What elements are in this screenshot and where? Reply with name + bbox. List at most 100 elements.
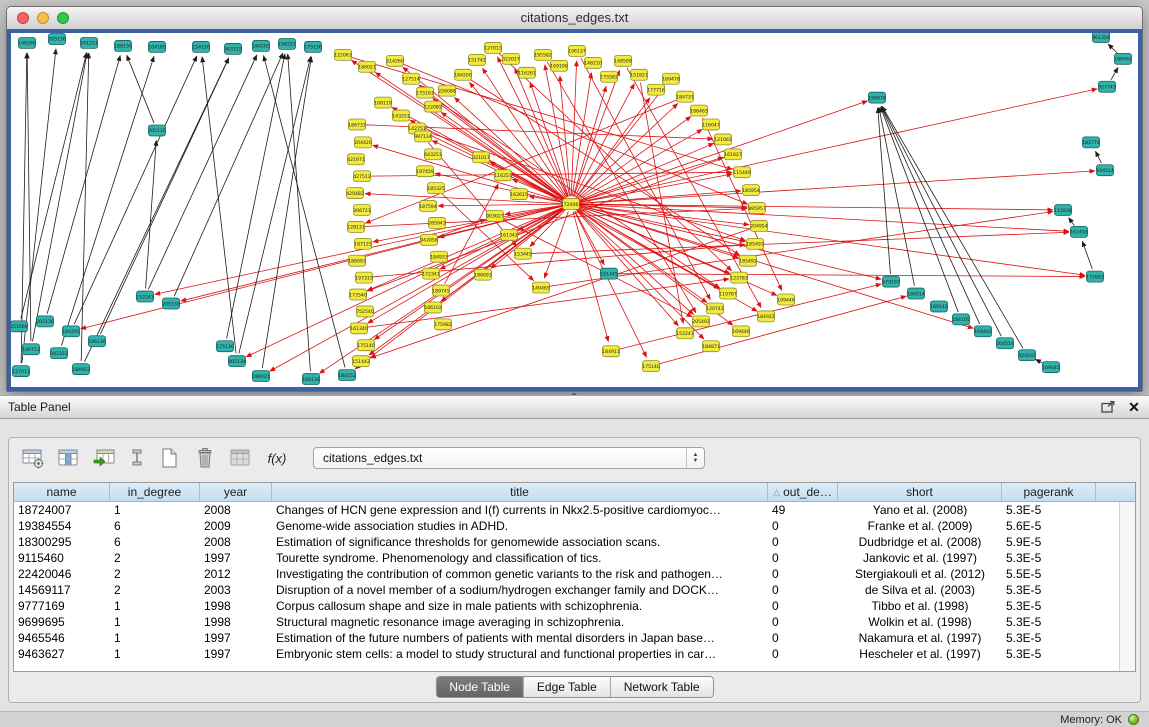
graph-node[interactable]: 205130 — [148, 125, 166, 136]
graph-edge[interactable] — [619, 284, 882, 349]
graph-edge[interactable] — [202, 57, 236, 353]
tab-edge-table[interactable]: Edge Table — [524, 677, 611, 697]
graph-node[interactable]: 205136 — [36, 316, 54, 327]
graph-node[interactable]: 116047 — [702, 119, 720, 130]
graph-node[interactable]: 172603 — [1086, 271, 1104, 282]
table-row[interactable]: 946554611997Estimation of the future num… — [14, 630, 1120, 646]
graph-node[interactable]: 127514 — [402, 73, 420, 84]
graph-node[interactable]: 186093 — [348, 255, 366, 266]
graph-node[interactable]: 186136 — [88, 336, 106, 347]
graph-edge[interactable] — [402, 64, 747, 204]
graph-node[interactable]: 184205 — [252, 40, 270, 51]
graph-edge[interactable] — [571, 61, 576, 196]
graph-node[interactable]: 214260 — [386, 55, 404, 66]
graph-edge[interactable] — [270, 208, 564, 371]
table-row[interactable]: 1872400712008Changes of HCN gene express… — [14, 502, 1120, 518]
column-header-out_de[interactable]: △out_de… — [768, 483, 838, 502]
graph-node[interactable]: 679197 — [882, 276, 900, 287]
graph-edge[interactable] — [32, 53, 87, 342]
graph-node[interactable]: 154126 — [192, 41, 210, 52]
graph-node[interactable]: 185493 — [746, 238, 764, 249]
graph-node[interactable]: 941251 — [50, 348, 68, 359]
graph-node[interactable]: 148210 — [584, 57, 602, 68]
graph-node[interactable]: 204420 — [354, 137, 372, 148]
table-row[interactable]: 946362711997Embryonic stem cells: a mode… — [14, 646, 1120, 662]
graph-node[interactable]: 197459 — [416, 166, 434, 177]
graph-edge[interactable] — [227, 54, 285, 339]
graph-node[interactable]: 110787 — [719, 288, 737, 299]
graph-node[interactable]: 148509 — [614, 55, 632, 66]
float-panel-icon[interactable] — [1101, 401, 1115, 413]
graph-node[interactable]: 963152 — [224, 43, 242, 54]
graph-edge[interactable] — [74, 56, 197, 324]
graph-edge[interactable] — [579, 89, 1097, 202]
delete-table-icon[interactable] — [191, 445, 219, 471]
graph-node[interactable]: 195582 — [534, 49, 552, 60]
graph-node[interactable]: 191445 — [600, 268, 618, 279]
table-row[interactable]: 911546021997Tourette syndrome. Phenomeno… — [14, 550, 1120, 566]
graph-node[interactable]: 169446 — [732, 326, 750, 337]
graph-node[interactable]: 169445 — [1042, 362, 1060, 373]
table-row[interactable]: 1456911722003Disruption of a novel membe… — [14, 582, 1120, 598]
graph-node[interactable]: 175163 — [416, 87, 434, 98]
graph-edge[interactable] — [438, 204, 563, 206]
graph-node-hub[interactable]: 1724061 — [561, 199, 582, 210]
graph-node[interactable]: 905134 — [228, 356, 246, 367]
graph-edge[interactable] — [576, 98, 650, 198]
graph-node[interactable]: 123783 — [730, 272, 748, 283]
graph-node[interactable]: 184933 — [430, 251, 448, 262]
graph-node[interactable]: 188136 — [114, 40, 132, 51]
graph-edge[interactable] — [441, 112, 564, 199]
graph-node[interactable]: 322017 — [502, 53, 520, 64]
graph-edge[interactable] — [21, 53, 27, 363]
graph-node[interactable]: 186465 — [690, 105, 708, 116]
graph-edge[interactable] — [577, 209, 694, 314]
graph-edge[interactable] — [1082, 241, 1092, 269]
table-settings-icon[interactable] — [19, 445, 47, 471]
column-header-short[interactable]: short — [838, 483, 1002, 502]
graph-node[interactable]: 127013 — [12, 366, 30, 377]
graph-node[interactable]: 184205 — [62, 326, 80, 337]
graph-edge[interactable] — [1108, 44, 1117, 53]
column-header-title[interactable]: title — [272, 483, 768, 502]
graph-node[interactable]: 184922 — [757, 311, 775, 322]
graph-edge[interactable] — [81, 53, 89, 361]
graph-node[interactable]: 184871 — [702, 341, 720, 352]
graph-node[interactable]: 109446 — [777, 294, 795, 305]
graph-node[interactable]: 169106 — [550, 60, 568, 71]
graph-node[interactable]: 186021 — [358, 61, 376, 72]
graph-edge[interactable] — [433, 99, 565, 199]
table-row[interactable]: 977716911998Corpus callosum shape and si… — [14, 598, 1120, 614]
table-row[interactable]: 969969511998Structural magnetic resonanc… — [14, 614, 1120, 630]
close-panel-icon[interactable]: ✕ — [1127, 400, 1141, 414]
graph-edge[interactable] — [617, 274, 1085, 277]
column-header-name[interactable]: name — [14, 483, 110, 502]
graph-node[interactable]: 924502 — [1018, 350, 1036, 361]
graph-node[interactable]: 184152 — [338, 370, 356, 381]
graph-node[interactable]: 175136 — [216, 341, 234, 352]
vertical-scrollbar[interactable] — [1119, 502, 1135, 671]
graph-node[interactable]: 175140 — [357, 340, 375, 351]
graph-node[interactable]: 172540 — [349, 289, 367, 300]
graph-node[interactable]: 116251 — [494, 170, 512, 181]
graph-node[interactable]: 151742 — [468, 54, 486, 65]
graph-node[interactable]: 285943 — [428, 217, 446, 228]
graph-node[interactable]: 184514 — [907, 288, 925, 299]
tab-node-table[interactable]: Node Table — [436, 677, 524, 697]
graph-node[interactable]: 997134 — [414, 131, 432, 142]
show-columns-icon[interactable] — [55, 445, 83, 471]
graph-node[interactable]: 421971 — [347, 154, 365, 165]
graph-node[interactable]: 942058 — [420, 234, 438, 245]
graph-node[interactable]: 115938 — [1054, 205, 1072, 216]
column-header-pagerank[interactable]: pagerank — [1002, 483, 1096, 502]
table-row[interactable]: 1830029562008Estimation of significance … — [14, 534, 1120, 550]
graph-edge[interactable] — [262, 57, 311, 368]
graph-node[interactable]: 152241 — [676, 328, 694, 339]
graph-edge[interactable] — [148, 55, 256, 289]
graph-node[interactable]: 186102 — [424, 302, 442, 313]
graph-node[interactable]: 941251 — [80, 37, 98, 48]
graph-node[interactable]: 169136 — [302, 374, 320, 385]
graph-node[interactable]: 903027 — [486, 210, 504, 221]
graph-edge[interactable] — [367, 207, 563, 290]
network-table-select[interactable]: citations_edges.txt ▲▼ — [313, 447, 705, 469]
